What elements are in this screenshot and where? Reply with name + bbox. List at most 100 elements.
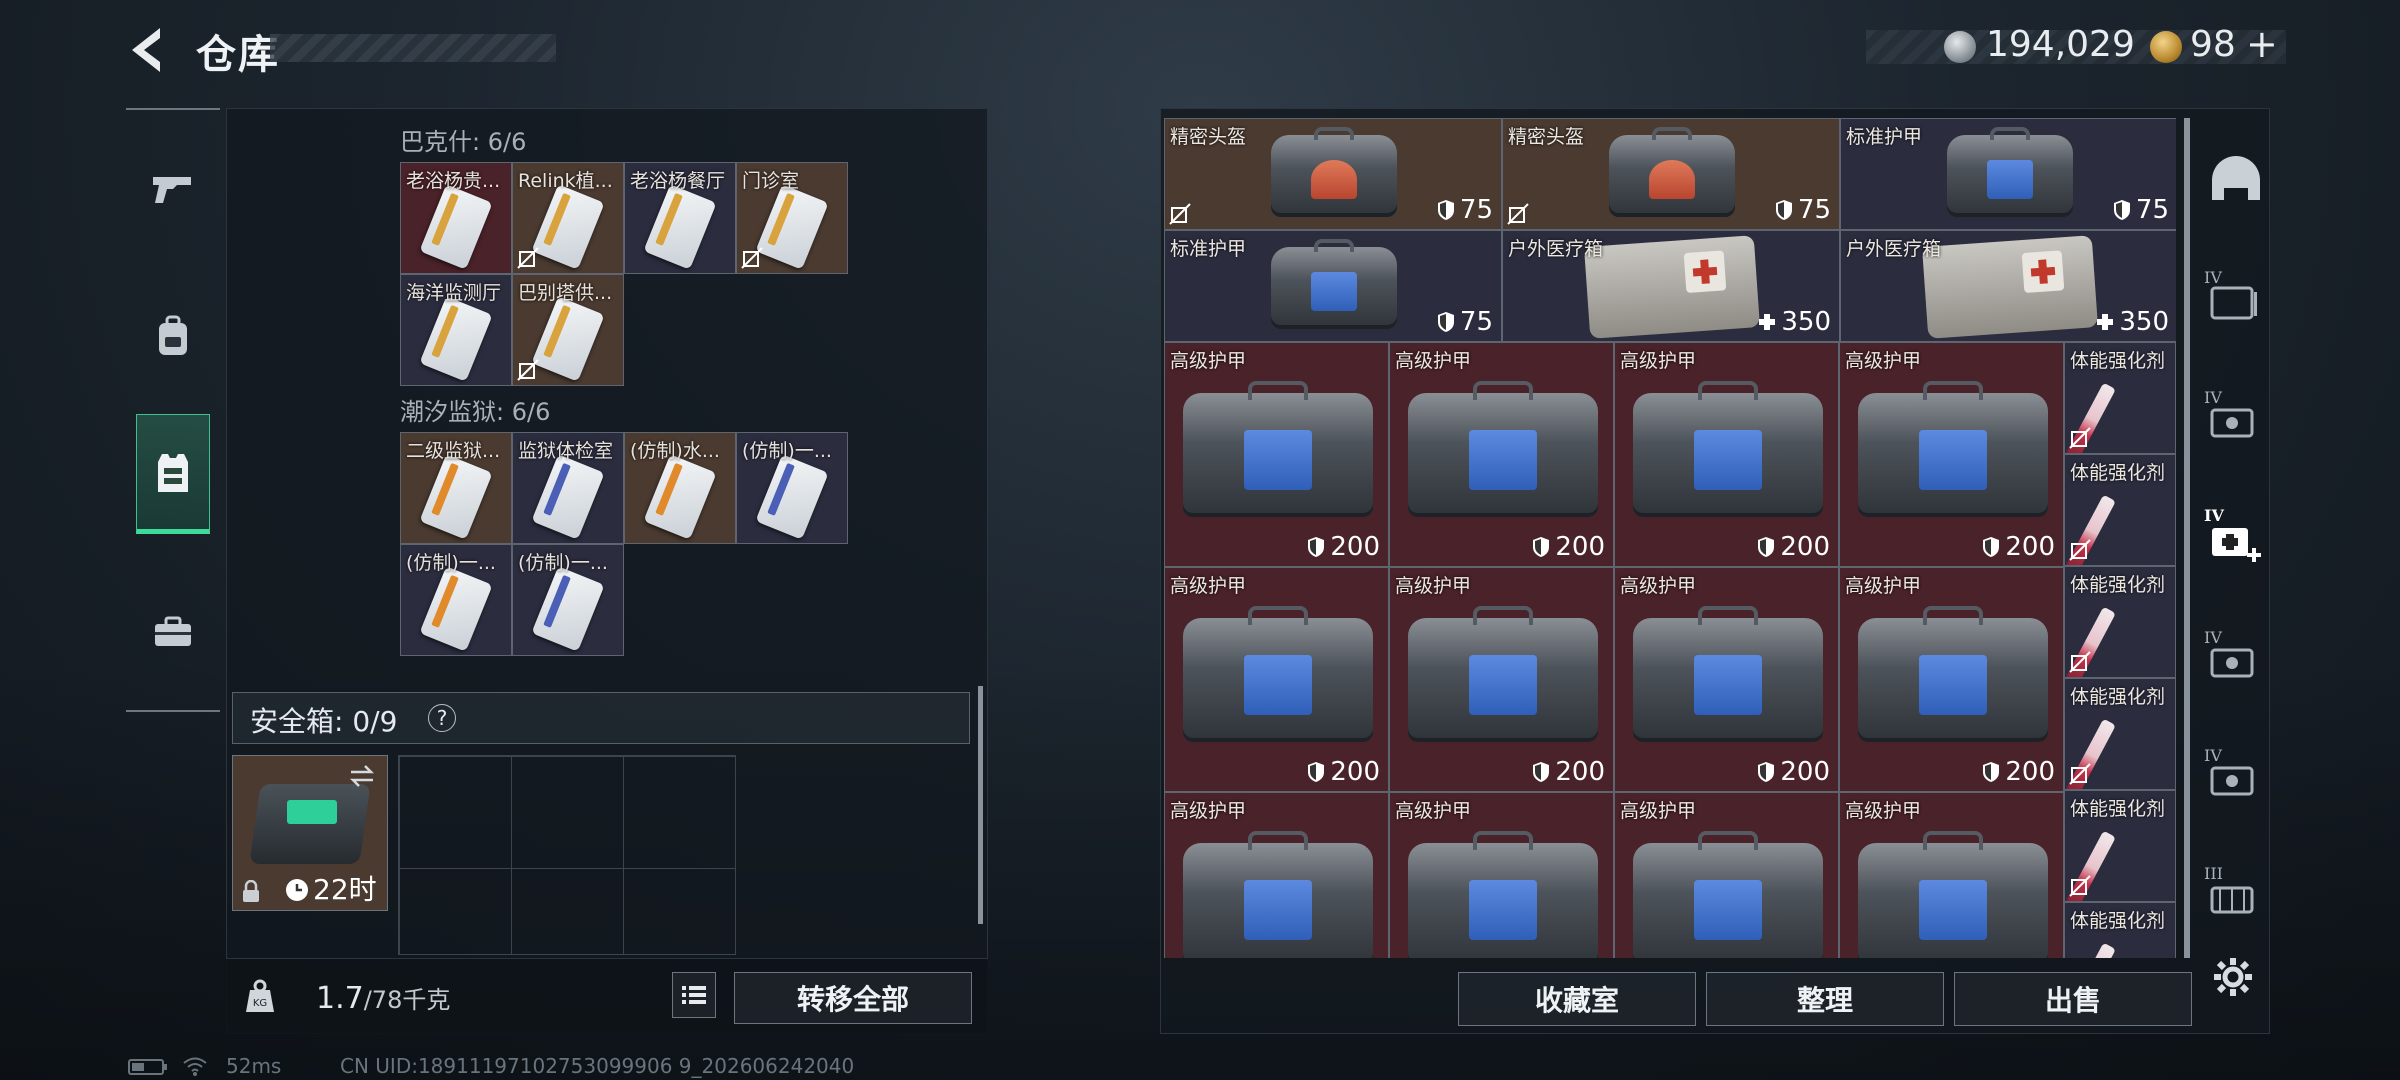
tier-iii-container[interactable]: III (2204, 864, 2268, 928)
safe-case-image (249, 784, 371, 864)
item-label: 高级护甲 (1170, 350, 1247, 372)
inventory-item-advanced-armor[interactable]: 高级护甲200 (1839, 792, 2064, 958)
group-title-bakshi: 巴克什: 6/6 (400, 128, 527, 156)
nav-backpack[interactable] (136, 276, 210, 396)
item-label: 户外医疗箱 (1846, 238, 1942, 260)
keycard-slot[interactable]: (仿制)一... (400, 544, 512, 656)
nav-vest[interactable] (136, 414, 210, 534)
keycard-slot[interactable]: 门诊室 (736, 162, 848, 274)
item-label: 标准护甲 (1170, 238, 1247, 260)
settings-gear-icon[interactable] (2212, 956, 2254, 998)
storage-scrollbar[interactable] (978, 686, 983, 924)
inventory-item-advanced-armor[interactable]: 高级护甲200 (1839, 342, 2064, 567)
item-value: 75 (1436, 307, 1493, 337)
durability-icon (2113, 200, 2130, 220)
tier-iv-container-2[interactable]: IV (2204, 388, 2268, 452)
inventory-item-advanced-armor[interactable]: 高级护甲200 (1614, 567, 1839, 792)
case-icon (2210, 766, 2254, 796)
sell-button[interactable]: 出售 (1954, 972, 2192, 1026)
item-value: 200 (1981, 532, 2055, 562)
collection-room-button[interactable]: 收藏室 (1458, 972, 1696, 1026)
gold-amount: 98 (2190, 24, 2236, 65)
inventory-item-advanced-armor[interactable]: 高级护甲 200 (1164, 342, 1389, 567)
tier-iv-container-3[interactable]: IV (2204, 628, 2268, 692)
tier-iv-container-1[interactable]: IV (2204, 268, 2268, 332)
safe-box-grid[interactable] (398, 755, 736, 955)
organize-button[interactable]: 整理 (1706, 972, 1944, 1026)
inventory-item-medkit[interactable]: 户外医疗箱 350 (1840, 230, 2176, 342)
inventory-item-armor[interactable]: 标准护甲 75 (1840, 118, 2176, 230)
item-value: 350 (2095, 307, 2169, 337)
inventory-item-armor[interactable]: 标准护甲 75 (1164, 230, 1502, 342)
item-value-text: 75 (1797, 195, 1831, 225)
clock-icon (286, 879, 308, 901)
keycard-label: (仿制)水... (630, 440, 720, 462)
durability-icon (1775, 200, 1792, 220)
transfer-all-button[interactable]: 转移全部 (734, 972, 972, 1024)
no-trade-icon (741, 247, 763, 269)
item-value: 350 (1757, 307, 1831, 337)
inventory-item-syringe[interactable]: 体能强化剂 (2064, 678, 2176, 790)
weight-value: 1.7 (316, 981, 364, 1016)
item-label: 高级护甲 (1170, 800, 1247, 822)
item-label: 精密头盔 (1508, 126, 1585, 148)
keycard-slot[interactable]: 老浴杨贵... (400, 162, 512, 274)
keycard-slot[interactable]: 巴别塔供... (512, 274, 624, 386)
inventory-item-advanced-armor[interactable]: 高级护甲200 (1164, 567, 1389, 792)
list-view-button[interactable] (672, 972, 716, 1018)
keycard-slot[interactable]: 海洋监测厅 (400, 274, 512, 386)
item-label: 体能强化剂 (2070, 798, 2166, 820)
inventory-item-advanced-armor[interactable]: 高级护甲 200 (1389, 342, 1614, 567)
keycard-slot[interactable]: (仿制)水... (624, 432, 736, 544)
item-label: 高级护甲 (1395, 350, 1472, 372)
page-title: 仓库 (196, 32, 280, 78)
inventory-item-advanced-armor[interactable]: 高级护甲200 (1389, 792, 1614, 958)
inventory-item-advanced-armor[interactable]: 高级护甲200 (1614, 342, 1839, 567)
inventory-item-helmet[interactable]: 精密头盔 75 (1502, 118, 1840, 230)
helmet-category-icon[interactable] (2204, 150, 2268, 214)
inventory-item-advanced-armor[interactable]: 高级护甲200 (1389, 567, 1614, 792)
back-arrow-icon[interactable] (124, 22, 172, 78)
inventory-item-advanced-armor[interactable]: 高级护甲200 (1614, 792, 1839, 958)
add-gold-button[interactable]: + (2246, 22, 2278, 66)
nav-toolbox[interactable] (136, 572, 210, 692)
item-value-text: 200 (1780, 532, 1830, 562)
item-label: 高级护甲 (1395, 800, 1472, 822)
tier-iv-container-4[interactable]: IV (2204, 746, 2268, 810)
medkit-image (1921, 235, 2099, 339)
keycard-image (419, 454, 493, 540)
inventory-item-syringe[interactable]: 体能强化剂 (2064, 454, 2176, 566)
swap-icon[interactable] (347, 764, 377, 788)
keycard-slot[interactable]: 监狱体检室 (512, 432, 624, 544)
tier-iv-medical[interactable]: IV (2204, 506, 2268, 570)
armor-image (1633, 605, 1823, 742)
safe-box-case[interactable]: 22时 (232, 755, 388, 911)
safe-box-help-button[interactable]: ? (428, 704, 456, 732)
inventory-item-helmet[interactable]: 精密头盔 75 (1164, 118, 1502, 230)
inventory-item-advanced-armor[interactable]: 高级护甲200 (1164, 792, 1389, 958)
inventory-item-syringe[interactable]: 体能强化剂 (2064, 566, 2176, 678)
keycard-slot[interactable]: 二级监狱... (400, 432, 512, 544)
inventory-scroll-thumb[interactable] (2184, 118, 2190, 958)
durability-icon (1308, 537, 1325, 557)
heal-icon (2097, 314, 2114, 330)
inventory-item-advanced-armor[interactable]: 高级护甲200 (1839, 567, 2064, 792)
keycard-slot[interactable]: 老浴杨餐厅 (624, 162, 736, 274)
inventory-item-syringe[interactable]: 体能强化剂 (2064, 790, 2176, 902)
keycard-slot[interactable]: (仿制)一... (736, 432, 848, 544)
no-trade-icon (517, 359, 539, 381)
silver-coin-icon (1944, 31, 1976, 63)
inventory-item-syringe[interactable]: 体能强化剂 (2064, 342, 2176, 454)
inventory-item-syringe[interactable]: 体能强化剂 (2064, 902, 2176, 958)
item-label: 高级护甲 (1845, 575, 1922, 597)
helmet-image (1609, 126, 1735, 217)
safe-box-label: 安全箱: 0/9 (250, 705, 398, 738)
item-value-text: 200 (1555, 532, 1605, 562)
keycard-slot[interactable]: (仿制)一... (512, 544, 624, 656)
item-value-text: 200 (1330, 532, 1380, 562)
nav-weapon[interactable] (136, 128, 210, 248)
inventory-item-medkit[interactable]: 户外医疗箱 350 (1502, 230, 1840, 342)
durability-icon (1437, 200, 1454, 220)
keycard-slot[interactable]: Relink植... (512, 162, 624, 274)
item-label: 体能强化剂 (2070, 574, 2166, 596)
